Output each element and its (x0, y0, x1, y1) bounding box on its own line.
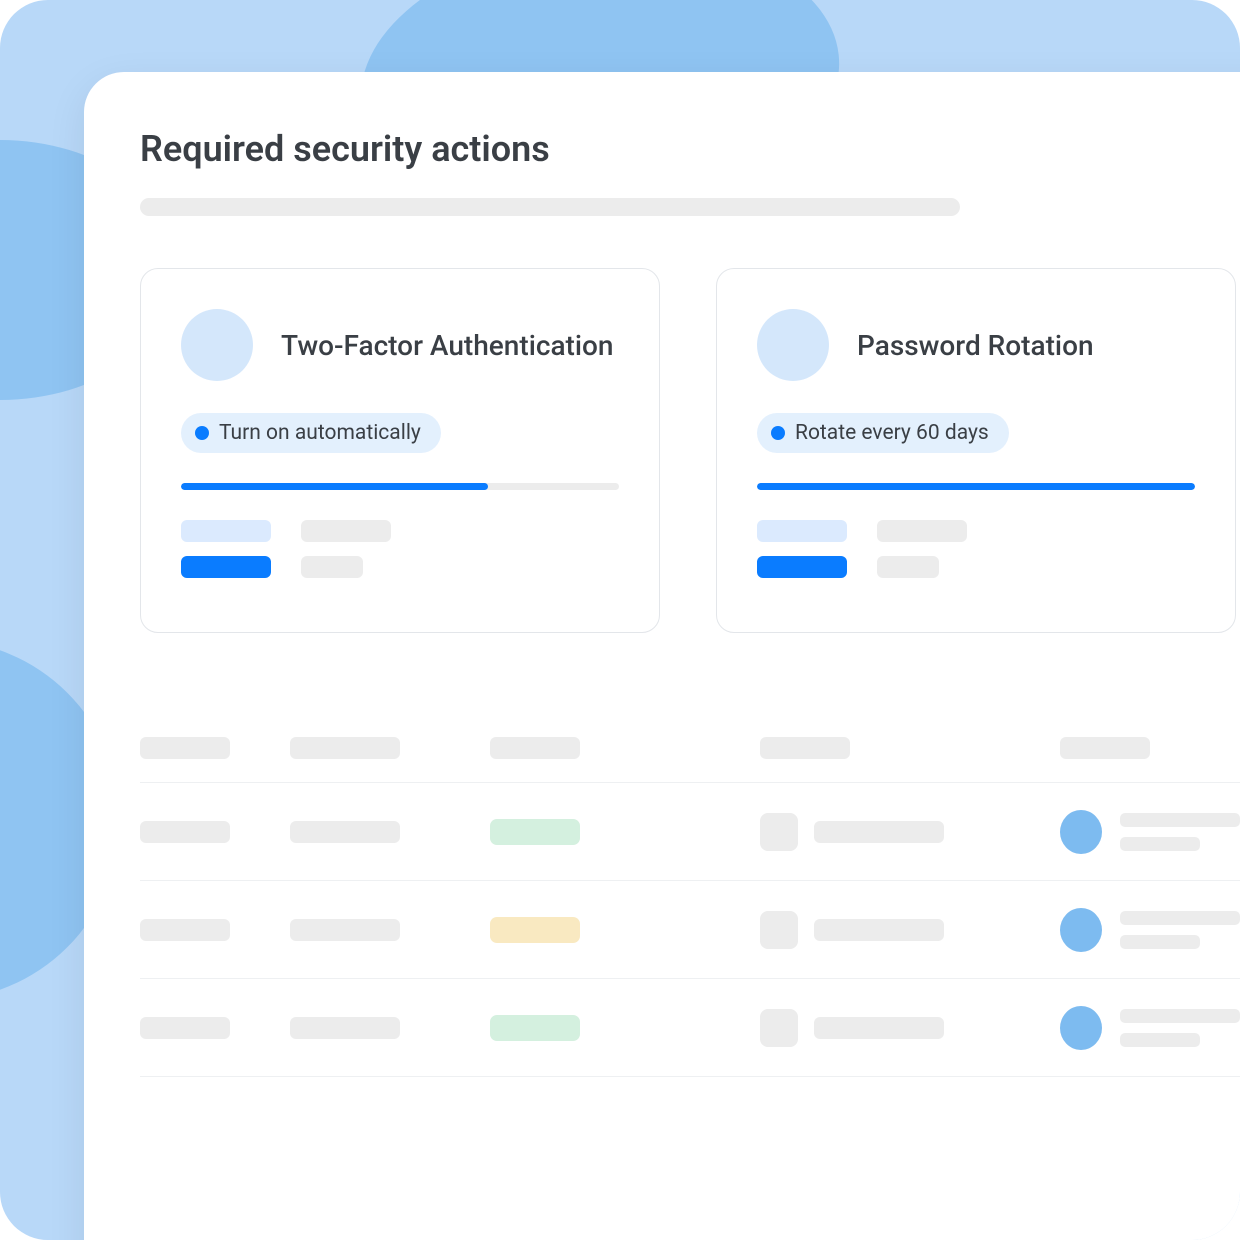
primary-action-button[interactable] (757, 556, 847, 578)
cell-placeholder (814, 1017, 944, 1039)
user-label (1120, 813, 1240, 851)
stat-placeholder (301, 520, 391, 542)
cell-placeholder (814, 821, 944, 843)
page-title: Required security actions (140, 128, 1240, 170)
column-header (490, 737, 580, 759)
subtitle-placeholder (140, 198, 960, 216)
card-header: Two-Factor Authentication (181, 309, 619, 381)
dot-icon (771, 426, 785, 440)
background-frame: Required security actions Two-Factor Aut… (0, 0, 1240, 1240)
main-panel: Required security actions Two-Factor Aut… (84, 72, 1240, 1240)
stat-placeholder (877, 520, 967, 542)
user-label (1120, 1009, 1240, 1047)
cell-placeholder (290, 1017, 400, 1039)
cell-placeholder (814, 919, 944, 941)
cards-row: Two-Factor Authentication Turn on automa… (140, 268, 1240, 633)
table-row[interactable] (140, 783, 1240, 881)
item-icon (760, 911, 798, 949)
user-label (1120, 911, 1240, 949)
cell-placeholder (290, 919, 400, 941)
card-title: Password Rotation (857, 329, 1094, 362)
secondary-action-button[interactable] (877, 556, 939, 578)
cell-placeholder (140, 919, 230, 941)
security-card-password-rotation[interactable]: Password Rotation Rotate every 60 days (716, 268, 1236, 633)
column-header (290, 737, 400, 759)
progress-bar (757, 483, 1195, 490)
secondary-action-button[interactable] (301, 556, 363, 578)
progress-fill (181, 483, 488, 490)
card-option-pill[interactable]: Rotate every 60 days (757, 413, 1009, 453)
status-badge-green (490, 1015, 580, 1041)
item-icon (760, 813, 798, 851)
stat-placeholder (181, 520, 271, 542)
item-icon (760, 1009, 798, 1047)
primary-action-button[interactable] (181, 556, 271, 578)
table-row[interactable] (140, 881, 1240, 979)
progress-bar (181, 483, 619, 490)
dot-icon (195, 426, 209, 440)
cell-placeholder (140, 821, 230, 843)
status-badge-green (490, 819, 580, 845)
column-header (760, 737, 850, 759)
card-header: Password Rotation (757, 309, 1195, 381)
table-row[interactable] (140, 979, 1240, 1077)
stat-placeholder (757, 520, 847, 542)
table-header-row (140, 713, 1240, 783)
pill-label: Rotate every 60 days (795, 421, 989, 445)
security-card-two-factor[interactable]: Two-Factor Authentication Turn on automa… (140, 268, 660, 633)
card-icon (757, 309, 829, 381)
progress-fill (757, 483, 1195, 490)
status-badge-yellow (490, 917, 580, 943)
cell-placeholder (140, 1017, 230, 1039)
card-icon (181, 309, 253, 381)
column-header (140, 737, 230, 759)
security-table (140, 713, 1240, 1077)
cell-placeholder (290, 821, 400, 843)
card-option-pill[interactable]: Turn on automatically (181, 413, 441, 453)
card-title: Two-Factor Authentication (281, 329, 614, 362)
column-header (1060, 737, 1150, 759)
avatar-icon (1060, 810, 1102, 854)
avatar-icon (1060, 908, 1102, 952)
pill-label: Turn on automatically (219, 421, 421, 445)
avatar-icon (1060, 1006, 1102, 1050)
